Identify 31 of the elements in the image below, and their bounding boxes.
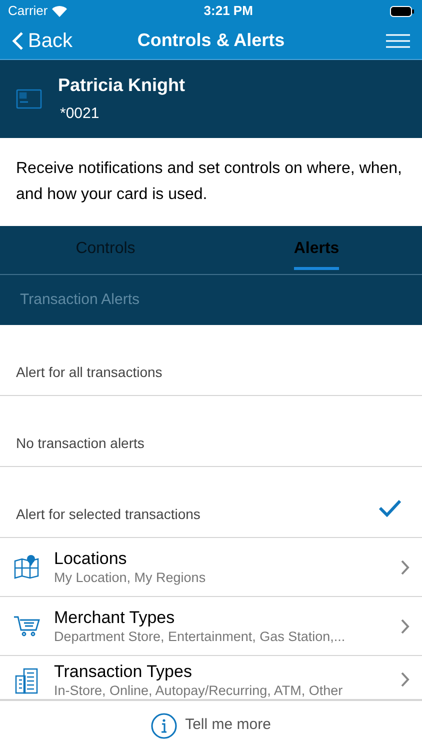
back-button[interactable]: Back	[12, 26, 72, 56]
row-title: Transaction Types	[54, 660, 193, 682]
section-header: Transaction Alerts	[20, 290, 140, 310]
row-subtitle: My Location, My Regions	[54, 569, 207, 586]
back-chevron-icon	[12, 30, 24, 50]
chevron-right-icon	[401, 672, 410, 687]
credit-card-icon	[16, 89, 42, 109]
battery-icon	[390, 6, 414, 16]
page-title: Controls & Alerts	[137, 29, 285, 52]
carrier-label: Carrier	[8, 2, 48, 20]
settings-row[interactable]: Merchant Types Department Store, Entertainment, Gas Station,...	[0, 597, 422, 656]
info-icon	[151, 712, 178, 738]
chevron-right-icon	[401, 618, 410, 634]
tell-me-more-link[interactable]: Tell me more	[151, 712, 271, 738]
row-title: Locations	[54, 548, 128, 569]
row-subtitle: In-Store, Online, Autopay/Recurring, ATM, Other	[54, 682, 344, 698]
menu-icon[interactable]	[386, 34, 410, 48]
map-pin-icon	[13, 554, 41, 580]
row-subtitle: Department Store, Entertainment, Gas Station,...	[54, 628, 346, 645]
cardholder-name: Patricia Knight	[58, 74, 186, 98]
buildings-icon	[14, 666, 40, 694]
checkmark-icon	[378, 499, 402, 517]
wifi-icon	[52, 6, 67, 16]
card-number: *0021	[59, 104, 100, 124]
chevron-right-icon	[401, 560, 410, 574]
description-text: Receive notifications and set controls on where, when, and how your card is used.	[16, 159, 403, 205]
clock-time: 3:21 PM	[204, 2, 253, 20]
row-title: Merchant Types	[54, 607, 176, 628]
settings-row[interactable]: Transaction Types In-Store, Online, Autopay/Recurring, ATM, Other	[0, 656, 422, 700]
shopping-cart-icon	[13, 614, 41, 638]
settings-row[interactable]: Locations My Location, My Regions	[0, 538, 422, 597]
